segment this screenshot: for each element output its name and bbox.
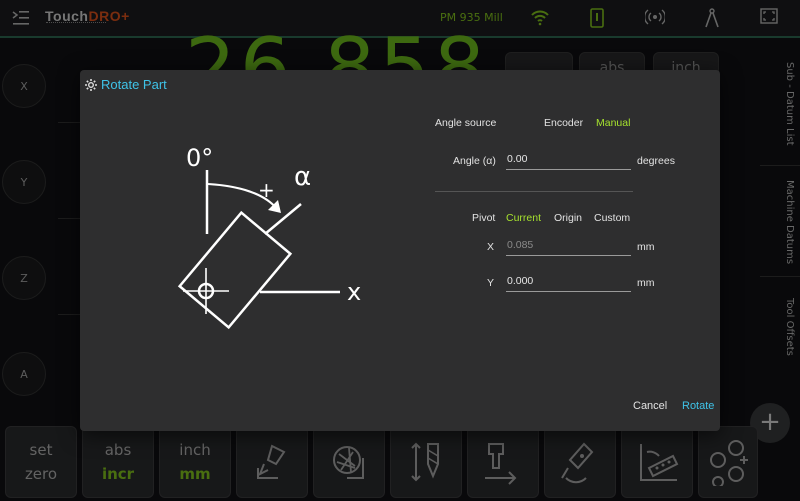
section-divider	[435, 191, 633, 192]
gear-icon	[84, 77, 98, 96]
pivot-y-input[interactable]: 0.000	[506, 275, 631, 292]
x-axis-label: x	[347, 278, 361, 306]
dialog-title: Rotate Part	[101, 77, 167, 92]
zero-degree-label: 0°	[186, 144, 213, 172]
angle-input[interactable]: 0.00	[506, 153, 631, 170]
angle-unit: degrees	[637, 155, 675, 167]
pivot-custom[interactable]: Custom	[594, 212, 630, 224]
alpha-label: α	[294, 162, 311, 192]
rotate-part-dialog: Rotate Part 0° + α x Angle source Encode…	[80, 70, 720, 431]
pivot-x-label: X	[487, 241, 495, 253]
pivot-current[interactable]: Current	[506, 212, 541, 224]
pivot-origin[interactable]: Origin	[554, 212, 582, 224]
rotation-diagram: 0° + α x	[177, 144, 361, 330]
angle-source-manual[interactable]: Manual	[596, 117, 630, 129]
cancel-button[interactable]: Cancel	[633, 400, 667, 412]
pivot-y-unit: mm	[637, 277, 655, 289]
pivot-label: Pivot	[472, 212, 496, 224]
plus-direction-label: +	[258, 178, 275, 202]
angle-source-encoder[interactable]: Encoder	[544, 117, 583, 129]
angle-source-label: Angle source	[435, 117, 497, 129]
pivot-y-label: Y	[487, 277, 495, 289]
pivot-x-unit: mm	[637, 241, 655, 253]
angle-label: Angle (α)	[453, 155, 496, 167]
rotate-button[interactable]: Rotate	[682, 400, 714, 412]
pivot-x-input[interactable]: 0.085	[506, 239, 631, 256]
